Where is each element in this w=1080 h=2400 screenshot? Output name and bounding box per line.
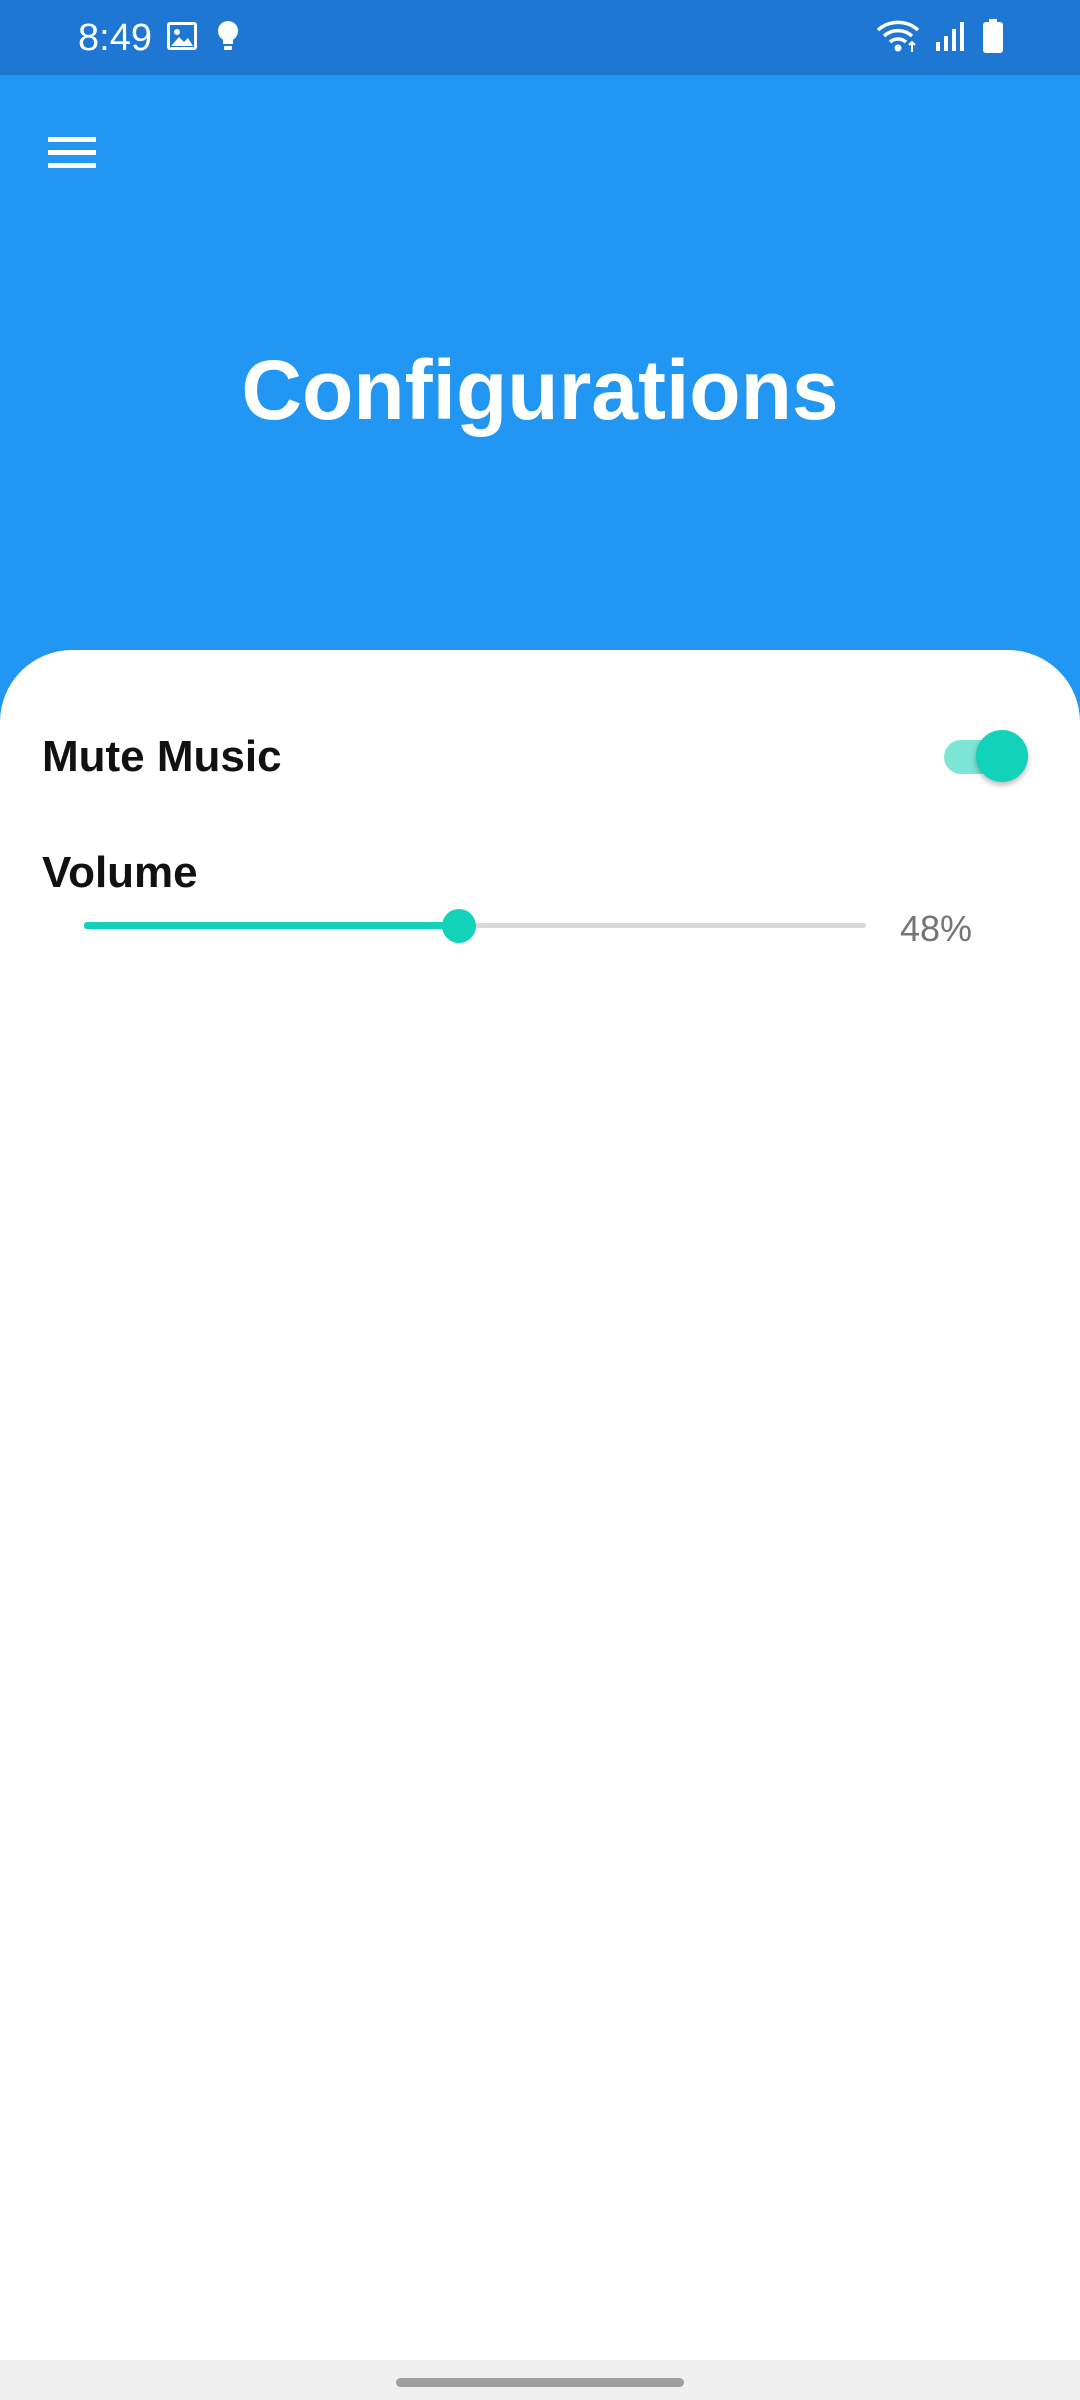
signal-icon — [934, 20, 968, 57]
mute-music-label: Mute Music — [42, 732, 282, 781]
bulb-icon — [216, 20, 240, 57]
battery-icon — [982, 18, 1004, 59]
gesture-handle[interactable] — [396, 2378, 684, 2387]
image-icon — [166, 21, 198, 56]
slider-thumb[interactable] — [442, 909, 476, 943]
volume-value: 48% — [900, 908, 973, 949]
volume-slider[interactable] — [84, 900, 866, 950]
mute-music-toggle[interactable] — [944, 730, 1030, 782]
volume-label: Volume — [42, 848, 198, 897]
settings-card: Mute Music Volume 48% — [0, 650, 1080, 2360]
status-time: 8:49 — [78, 17, 152, 59]
slider-fill — [84, 922, 459, 929]
app-screen: 8:49 Configurations Mute Music Volume 48… — [0, 0, 1080, 2400]
page-title: Configurations — [241, 343, 839, 437]
wifi-icon — [876, 18, 920, 59]
status-bar: 8:49 — [0, 0, 1080, 75]
toggle-thumb — [976, 730, 1028, 782]
gesture-nav-bar — [0, 2360, 1080, 2400]
status-system-icons — [876, 18, 1004, 59]
status-notification-icons — [166, 20, 240, 57]
hamburger-menu-icon — [46, 133, 98, 178]
menu-button[interactable] — [32, 115, 112, 195]
